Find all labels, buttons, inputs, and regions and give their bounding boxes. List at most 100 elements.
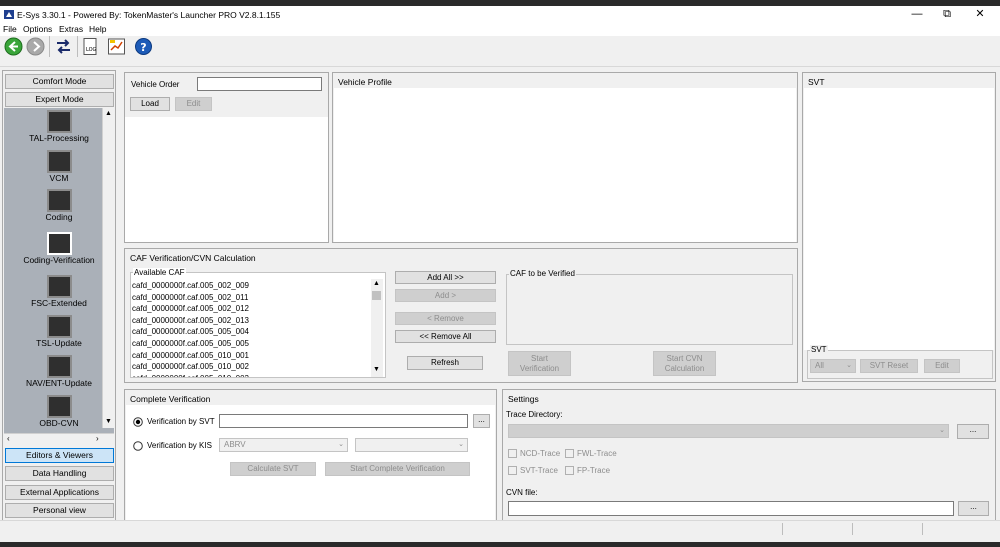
- minimize-button[interactable]: —: [903, 7, 931, 22]
- module-coding-verification[interactable]: Coding-Verification: [4, 232, 114, 265]
- start-cvn-calculation-button[interactable]: Start CVN Calculation: [653, 351, 716, 376]
- calculate-svt-button[interactable]: Calculate SVT: [230, 462, 316, 476]
- add-button[interactable]: Add >: [395, 289, 496, 302]
- module-label: TAL-Processing: [29, 133, 89, 143]
- caf-verified-group: [506, 274, 793, 345]
- svt-browse-button[interactable]: ...: [473, 414, 490, 428]
- svt-edit-button[interactable]: Edit: [924, 359, 960, 373]
- trace-browse-button[interactable]: ...: [957, 424, 989, 439]
- chevron-down-icon: ⌄: [458, 441, 464, 448]
- scroll-down-icon[interactable]: ▼: [373, 366, 380, 373]
- status-separator: [922, 523, 923, 535]
- app-icon: [4, 10, 14, 19]
- fp-trace-checkbox[interactable]: [565, 466, 574, 475]
- remove-all-button[interactable]: << Remove All: [395, 330, 496, 343]
- caf-list-item[interactable]: cafd_0000000f.caf.005_002_009: [132, 281, 370, 291]
- module-nav-ent-update[interactable]: NAV/ENT-Update: [4, 355, 114, 388]
- close-button[interactable]: ✕: [966, 7, 994, 22]
- expert-mode-button[interactable]: Expert Mode: [5, 92, 114, 107]
- fp-trace-label: FP-Trace: [577, 466, 611, 475]
- caf-list-item[interactable]: cafd_0000000f.caf.005_010_001: [132, 351, 370, 361]
- back-icon[interactable]: [4, 37, 23, 56]
- title-bar: E-Sys 3.30.1 - Powered By: TokenMaster's…: [0, 6, 1000, 23]
- remove-button[interactable]: < Remove: [395, 312, 496, 325]
- caf-list-item[interactable]: cafd_0000000f.caf.005_002_011: [132, 293, 370, 303]
- fwl-trace-checkbox[interactable]: [565, 449, 574, 458]
- module-tal-processing[interactable]: TAL-Processing: [4, 110, 114, 143]
- scroll-left-icon[interactable]: ‹: [7, 434, 10, 443]
- caf-list-scrollbar[interactable]: ▲ ▼: [371, 279, 383, 377]
- cvn-file-label: CVN file:: [506, 488, 538, 497]
- comfort-mode-button[interactable]: Comfort Mode: [5, 74, 114, 89]
- module-label: VCM: [49, 173, 69, 183]
- editors-viewers-button[interactable]: Editors & Viewers: [5, 448, 114, 463]
- monitor-icon: [46, 315, 72, 338]
- vehicle-order-label: Vehicle Order: [131, 80, 180, 89]
- module-obd-cvn[interactable]: OBD-CVN: [4, 395, 114, 428]
- caf-list-item[interactable]: cafd_0000000f.caf.005_005_005: [132, 339, 370, 349]
- cvn-browse-button[interactable]: ...: [958, 501, 989, 516]
- menu-help[interactable]: Help: [89, 24, 106, 34]
- menu-file[interactable]: File: [3, 24, 17, 34]
- log-icon[interactable]: LOG: [81, 37, 100, 56]
- status-bar: [0, 520, 1000, 536]
- svt-file-input[interactable]: [219, 414, 468, 428]
- kis-select-primary[interactable]: ABRV ⌄: [219, 438, 348, 452]
- caf-list-item[interactable]: cafd_0000000f.caf.005_002_012: [132, 304, 370, 314]
- caf-panel-title: CAF Verification/CVN Calculation: [130, 253, 256, 263]
- trace-directory-select[interactable]: ⌄: [508, 424, 949, 438]
- module-tsl-update[interactable]: TSL-Update: [4, 315, 114, 348]
- scroll-up-icon[interactable]: ▲: [373, 280, 380, 287]
- module-coding[interactable]: Coding: [4, 189, 114, 222]
- toolbar-separator: [49, 36, 50, 57]
- scroll-right-icon[interactable]: ›: [96, 434, 99, 443]
- restore-button[interactable]: ⧉: [933, 7, 961, 22]
- caf-list-item[interactable]: cafd_0000000f.caf.005_010_003: [132, 374, 370, 377]
- refresh-button[interactable]: Refresh: [407, 356, 483, 370]
- button-line: Calculation: [664, 364, 705, 373]
- start-complete-verification-button[interactable]: Start Complete Verification: [325, 462, 470, 476]
- menu-extras[interactable]: Extras: [59, 24, 83, 34]
- forward-icon[interactable]: [26, 37, 45, 56]
- personal-view-button[interactable]: Personal view: [5, 503, 114, 518]
- button-line: Verification: [519, 364, 560, 373]
- module-label: Coding: [45, 212, 73, 222]
- vehicle-order-input[interactable]: [197, 77, 322, 91]
- add-all-button[interactable]: Add All >>: [395, 271, 496, 284]
- scroll-thumb[interactable]: [372, 291, 381, 300]
- svt-group-label: SVT: [810, 345, 828, 354]
- cvn-file-input[interactable]: [508, 501, 954, 516]
- caf-list-item[interactable]: cafd_0000000f.caf.005_010_002: [132, 362, 370, 372]
- start-verification-button[interactable]: Start Verification: [508, 351, 571, 376]
- ncd-trace-checkbox[interactable]: [508, 449, 517, 458]
- kis-select-secondary[interactable]: ⌄: [355, 438, 468, 452]
- load-button[interactable]: Load: [130, 97, 170, 111]
- monitor-icon: [46, 189, 72, 212]
- svt-filter-select[interactable]: All ⌄: [810, 359, 856, 373]
- module-list-hscrollbar[interactable]: ‹ ›: [4, 433, 114, 445]
- menu-options[interactable]: Options: [23, 24, 52, 34]
- verification-by-svt-radio[interactable]: [133, 417, 143, 427]
- scroll-up-icon[interactable]: ▲: [105, 110, 112, 117]
- settings-title: Settings: [508, 394, 539, 404]
- module-vcm[interactable]: VCM: [4, 150, 114, 183]
- scroll-down-icon[interactable]: ▼: [105, 418, 112, 425]
- caf-list-item[interactable]: cafd_0000000f.caf.005_002_013: [132, 316, 370, 326]
- svt-trace-checkbox[interactable]: [508, 466, 517, 475]
- chart-icon[interactable]: [107, 37, 126, 56]
- verification-by-kis-radio[interactable]: [133, 441, 143, 451]
- svt-filter-value: All: [815, 361, 824, 370]
- svt-reset-button[interactable]: SVT Reset: [860, 359, 918, 373]
- external-applications-button[interactable]: External Applications: [5, 485, 114, 500]
- caf-list-item[interactable]: cafd_0000000f.caf.005_005_004: [132, 327, 370, 337]
- module-list-scrollbar[interactable]: ▲ ▼: [102, 108, 114, 428]
- monitor-icon: [46, 110, 72, 133]
- connect-icon[interactable]: [54, 37, 73, 56]
- monitor-icon: [46, 355, 72, 378]
- module-fsc-extended[interactable]: FSC-Extended: [4, 275, 114, 308]
- chevron-down-icon: ⌄: [846, 362, 852, 369]
- data-handling-button[interactable]: Data Handling: [5, 466, 114, 481]
- help-icon[interactable]: ?: [134, 37, 153, 56]
- edit-order-button[interactable]: Edit: [175, 97, 212, 111]
- module-list: TAL-Processing VCM Coding Coding-Verific…: [4, 108, 114, 435]
